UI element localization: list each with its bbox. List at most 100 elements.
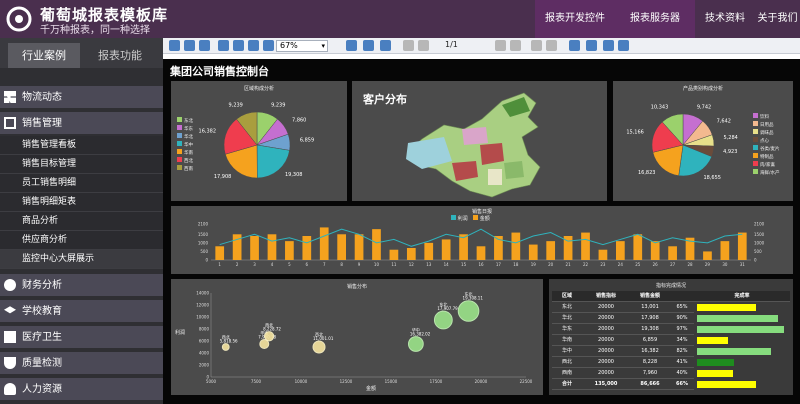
pie-data-label: 9,239 [229,102,243,108]
refresh-icon[interactable] [199,40,210,51]
pie-data-label: 17,908 [214,174,232,180]
top-header: 葡萄城报表模板库 千万种报表，同一种选择 报表开发控件 报表服务器 技术资料 关… [0,0,800,38]
tab-report-features[interactable]: 报表功能 [82,43,158,68]
pie-chart: 9,239 7,860 6,859 19,308 17,908 16,382 9,239 东北… [177,102,314,180]
export-icon[interactable] [603,40,614,51]
legend-swatch [177,117,182,122]
sidebar-item[interactable]: 销售管理看板 [0,136,163,155]
back-icon[interactable] [531,40,542,51]
nav-report-server[interactable]: 报表服务器 [615,0,695,38]
table-cell: 华南 [552,335,582,346]
table-cell: 20000 [582,357,630,368]
zoom-select[interactable]: 67% ▾ [276,40,328,52]
table-cell: 20000 [582,335,630,346]
legend-swatch [177,157,182,162]
y-tick-label: 2100 [198,222,209,227]
copy-icon[interactable] [218,40,229,51]
bar [528,244,538,260]
bar [389,249,399,260]
page-indicator[interactable]: 1/1 [445,40,458,49]
progress-bar [697,359,734,366]
bar [668,246,677,260]
x-tick-label: 11 [391,262,397,267]
toc-icon[interactable] [169,40,180,51]
prev-page-icon[interactable] [418,40,429,51]
pie-data-label: 10,343 [651,105,669,111]
bar [302,236,312,260]
sidebar-section-sales[interactable]: 销售管理 [0,112,163,135]
legend-swatch [177,125,182,130]
single-page-icon[interactable] [346,40,357,51]
bar [285,241,294,260]
graduation-cap-icon [4,306,16,314]
legend-swatch [753,137,758,142]
sidebar-section-hr[interactable]: 人力资源 [0,378,163,401]
bar [476,246,486,260]
nav-tech-docs[interactable]: 技术资料 [700,0,750,38]
last-page-icon[interactable] [510,40,521,51]
x-tick-label: 30 [722,262,728,267]
dashboard: 集团公司销售控制台 区域构成分析 9,239 7,860 6,859 19,308 17… [163,59,800,404]
table-cell: 7,960 [630,368,670,379]
sidebar-item-active[interactable]: 监控中心大屏展示 [0,250,163,269]
zoom-out-icon[interactable] [248,40,259,51]
nav-report-controls[interactable]: 报表开发控件 [535,0,615,38]
bubble-point [264,331,275,342]
pie-data-label: 5,284 [724,135,738,141]
table-cell: 13,001 [630,302,670,313]
hand-icon[interactable] [586,40,597,51]
reload-icon[interactable] [569,40,580,51]
continuous-icon[interactable] [363,40,374,51]
multi-page-icon[interactable] [380,40,391,51]
bar [215,246,225,260]
x-tick-label: 31 [740,262,746,267]
bubble-point [312,340,326,354]
bar [250,236,259,260]
zoom-in-icon[interactable] [263,40,274,51]
x-tick-label: 25 [635,262,641,267]
y-tick-label: 500 [200,249,208,254]
first-page-icon[interactable] [403,40,414,51]
sidebar-section-medical[interactable]: 医疗卫生 [0,326,163,349]
sidebar-item[interactable]: 销售目标管理 [0,155,163,174]
x-tick-label: 5 [288,262,291,267]
legend-swatch [753,153,758,158]
y-tick-label: 1500 [198,232,209,237]
sidebar-section-finance[interactable]: 财务分析 [0,274,163,297]
sidebar-item[interactable]: 销售明细矩表 [0,193,163,212]
table-total-cell: 86,666 [630,379,670,390]
table-cell: 20000 [582,302,630,313]
print-icon[interactable] [184,40,195,51]
save-icon[interactable] [618,40,629,51]
next-page-icon[interactable] [495,40,506,51]
x-tick-label: 19 [531,262,537,267]
pie-data-label: 9,239 [271,102,285,108]
y-tick-label: 1000 [198,240,209,245]
find-icon[interactable] [233,40,244,51]
y2-tick-label: 1500 [754,232,765,237]
tab-industry-cases[interactable]: 行业案例 [8,43,80,68]
sidebar-section-quality[interactable]: 质量检测 [0,352,163,375]
sidebar-section-education[interactable]: 学校教育 [0,300,163,323]
sidebar-item[interactable]: 员工销售明细 [0,174,163,193]
progress-bar [697,370,733,377]
sidebar-item[interactable]: 商品分析 [0,212,163,231]
progress-bar [697,304,756,311]
y-tick-label: 8000 [199,327,210,332]
sidebar-item[interactable]: 供应商分析 [0,231,163,250]
bar [406,248,416,260]
table-cell: 6,859 [630,335,670,346]
sidebar-section-logistics[interactable]: 物流动态 [0,86,163,109]
bar [441,239,451,260]
x-tick-label: 1 [218,262,221,267]
forward-icon[interactable] [546,40,557,51]
progress-bar [697,326,785,333]
y2-tick-label: 1000 [754,240,765,245]
y-tick-label: 4000 [199,351,210,356]
y2-tick-label: 500 [754,249,762,254]
nav-about-us[interactable]: 关于我们 [755,0,800,38]
progress-bar [697,381,757,388]
legend-swatch [753,161,758,166]
x-tick-label: 29 [705,262,711,267]
y-tick-label: 14000 [196,291,209,296]
